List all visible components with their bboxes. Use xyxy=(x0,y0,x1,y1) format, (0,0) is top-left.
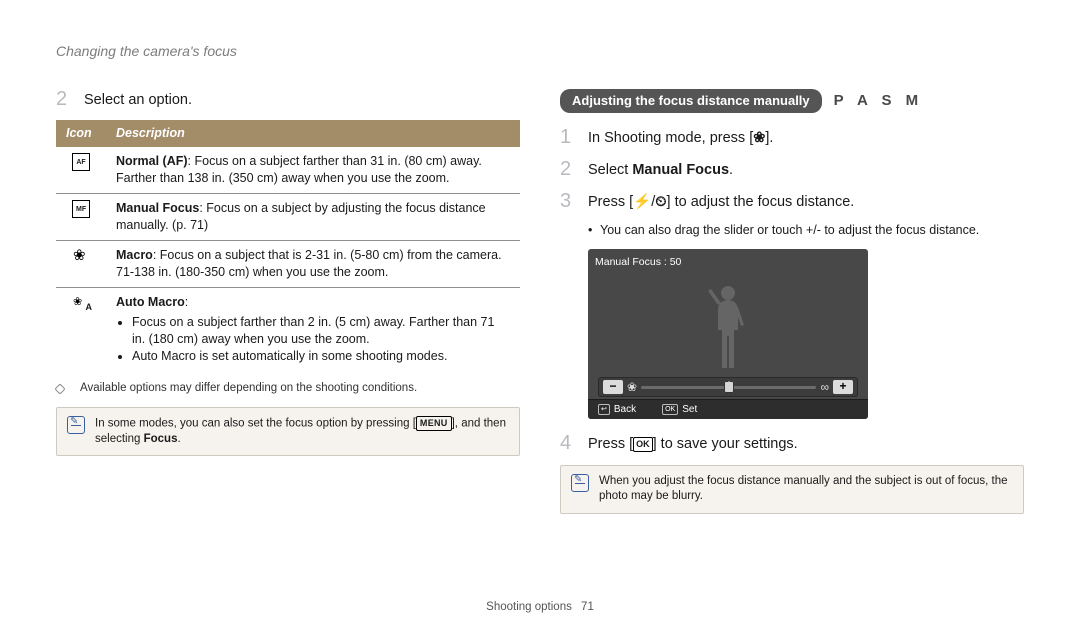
timer-key-icon: ⏲ xyxy=(655,194,666,210)
auto-macro-line2: Auto Macro is set automatically in some … xyxy=(132,348,510,365)
t: Press [ xyxy=(588,436,633,452)
t: Back xyxy=(614,404,636,415)
step-1: 1 In Shooting mode, press [❀]. xyxy=(560,127,1024,149)
step-text: Select Manual Focus. xyxy=(588,159,1024,181)
t: In Shooting mode, press [ xyxy=(588,130,753,146)
desc-normal-af: Normal (AF): Focus on a subject farther … xyxy=(106,147,520,193)
slider-hint-bullet: You can also drag the slider or touch +/… xyxy=(588,222,1024,239)
flower-icon xyxy=(73,248,89,264)
right-column: Adjusting the focus distance manually P … xyxy=(560,89,1024,514)
body-text: : Focus on a subject that is 2-31 in. (5… xyxy=(116,248,502,279)
desc-auto-macro: Auto Macro: Focus on a subject farther t… xyxy=(106,287,520,371)
note-icon xyxy=(67,416,85,434)
footer-section: Shooting options xyxy=(486,601,572,613)
col-desc-header: Description xyxy=(106,120,520,147)
options-vary-note: Available options may differ depending o… xyxy=(70,381,520,397)
step-3: 3 Press [⚡/⏲] to adjust the focus distan… xyxy=(560,191,1024,213)
step-text: Press [⚡/⏲] to adjust the focus distance… xyxy=(588,191,1024,213)
slider-track[interactable] xyxy=(641,386,816,389)
ok-key-icon: OK xyxy=(633,437,653,452)
icon-auto-macro: A xyxy=(56,287,106,371)
left-column: 2 Select an option. Icon Description AF xyxy=(56,89,520,514)
t: ] to adjust the focus distance. xyxy=(667,194,855,210)
t: ] to save your settings. xyxy=(653,436,798,452)
focus-options-table: Icon Description AF Normal (AF): Focus o… xyxy=(56,120,520,371)
mf-box-icon: MF xyxy=(72,200,90,218)
step-4: 4 Press [OK] to save your settings. xyxy=(560,433,1024,455)
lcd-preview-wrap: Manual Focus : 50 − xyxy=(588,249,1024,419)
step-2-select-option: 2 Select an option. xyxy=(56,89,520,111)
lead-text: Macro xyxy=(116,248,153,262)
section-heading-row: Adjusting the focus distance manually P … xyxy=(560,89,1024,114)
note-text: In some modes, you can also set the focu… xyxy=(95,416,509,448)
running-head: Changing the camera's focus xyxy=(56,42,1024,61)
note-text: When you adjust the focus distance manua… xyxy=(599,474,1013,505)
lcd-bottombar: ↩ Back OK Set xyxy=(588,399,868,419)
step-number: 4 xyxy=(560,433,576,455)
set-control[interactable]: OK Set xyxy=(662,403,697,417)
t: Set xyxy=(682,404,697,415)
auto-macro-line1: Focus on a subject farther than 2 in. (5… xyxy=(132,314,510,348)
macro-end-icon: ❀ xyxy=(627,379,637,395)
two-column-layout: 2 Select an option. Icon Description AF xyxy=(56,89,1024,514)
blur-warning-box: When you adjust the focus distance manua… xyxy=(560,465,1024,514)
table-row: Macro: Focus on a subject that is 2-31 i… xyxy=(56,240,520,287)
step-text: Press [OK] to save your settings. xyxy=(588,433,1024,455)
step-number: 2 xyxy=(560,159,576,181)
t: Manual Focus xyxy=(632,162,729,178)
lcd-title: Manual Focus : 50 xyxy=(588,249,868,269)
table-row: A Auto Macro: Focus on a subject farther… xyxy=(56,287,520,371)
step-number: 3 xyxy=(560,191,576,213)
page-number: 71 xyxy=(581,601,594,613)
flower-a-icon: A xyxy=(73,294,89,310)
t: Press [ xyxy=(588,194,633,210)
t: In some modes, you can also set the focu… xyxy=(95,417,416,429)
step-text: Select an option. xyxy=(84,89,520,111)
lcd-scene xyxy=(588,271,868,373)
icon-manual-focus: MF xyxy=(56,194,106,241)
slider-minus-button[interactable]: − xyxy=(603,380,623,394)
lead-text: Normal (AF) xyxy=(116,154,188,168)
step-2: 2 Select Manual Focus. xyxy=(560,159,1024,181)
flower-key-icon: ❀ xyxy=(753,130,765,146)
menu-note-box: In some modes, you can also set the focu… xyxy=(56,407,520,457)
focus-slider[interactable]: − ❀ ∞ + xyxy=(598,377,858,397)
lead-text: Auto Macro xyxy=(116,295,185,309)
slider-thumb[interactable] xyxy=(724,381,734,393)
t: . xyxy=(177,433,180,445)
t: Focus xyxy=(144,433,178,445)
section-badge: Adjusting the focus distance manually xyxy=(560,89,822,114)
back-key-icon: ↩ xyxy=(598,404,610,415)
step-number: 2 xyxy=(56,89,72,111)
lead-text: Manual Focus xyxy=(116,201,199,215)
t: ]. xyxy=(765,130,773,146)
ok-key-icon: OK xyxy=(662,404,678,415)
manual-page: Changing the camera's focus 2 Select an … xyxy=(0,0,1080,630)
note-icon xyxy=(571,474,589,492)
table-row: AF Normal (AF): Focus on a subject farth… xyxy=(56,147,520,193)
page-footer: Shooting options 71 xyxy=(0,600,1080,616)
af-box-icon: AF xyxy=(72,153,90,171)
icon-macro xyxy=(56,240,106,287)
desc-manual-focus: Manual Focus: Focus on a subject by adju… xyxy=(106,194,520,241)
t: . xyxy=(729,162,733,178)
col-icon-header: Icon xyxy=(56,120,106,147)
person-silhouette-icon xyxy=(706,283,750,373)
step-text: In Shooting mode, press [❀]. xyxy=(588,127,1024,149)
slider-plus-button[interactable]: + xyxy=(833,380,853,394)
t: Select xyxy=(588,162,632,178)
flash-key-icon: ⚡ xyxy=(633,194,651,210)
step-number: 1 xyxy=(560,127,576,149)
desc-macro: Macro: Focus on a subject that is 2-31 i… xyxy=(106,240,520,287)
back-control[interactable]: ↩ Back xyxy=(598,403,636,417)
lcd-preview: Manual Focus : 50 − xyxy=(588,249,868,419)
table-row: MF Manual Focus: Focus on a subject by a… xyxy=(56,194,520,241)
icon-normal-af: AF xyxy=(56,147,106,193)
mode-letters: P A S M xyxy=(834,91,923,111)
infinity-end-icon: ∞ xyxy=(820,379,829,395)
menu-key-icon: MENU xyxy=(416,416,452,431)
